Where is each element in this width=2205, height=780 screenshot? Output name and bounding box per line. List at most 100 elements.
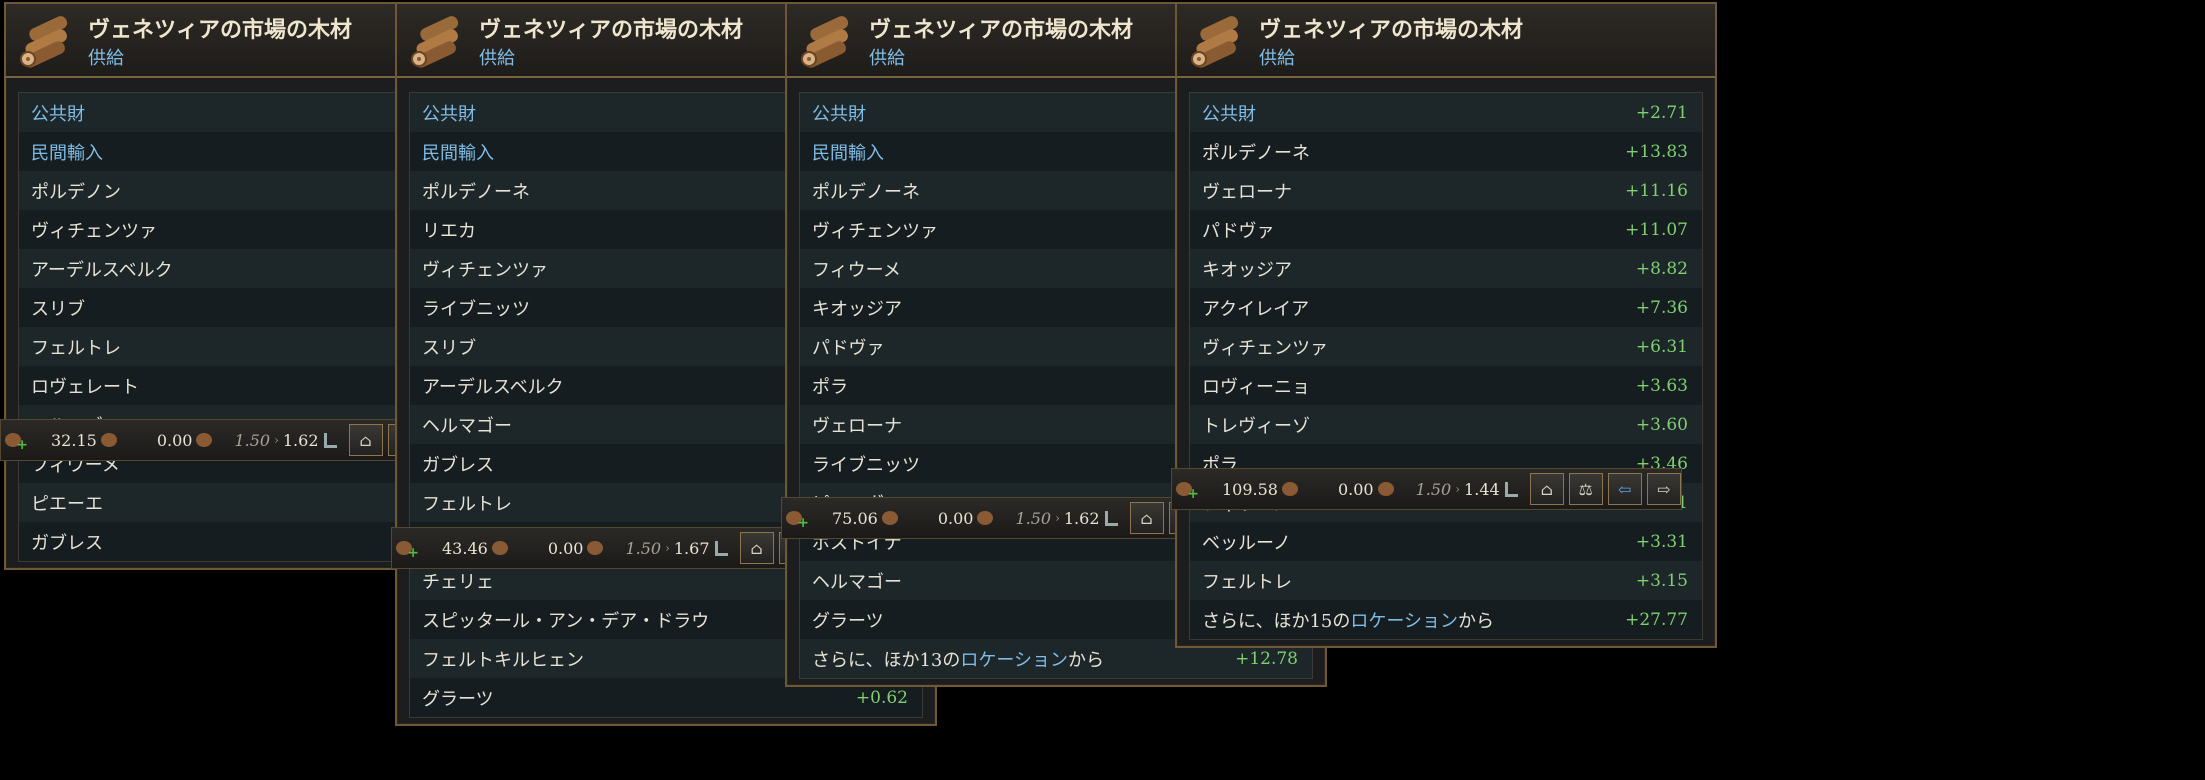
price-arrow-icon: › — [1455, 482, 1461, 496]
price-arrow-icon: › — [665, 541, 670, 555]
wood-logs-icon — [1191, 16, 1239, 68]
supply-row: ヴェローナ +11.16 — [1190, 171, 1702, 210]
supply-source-name: スリブ — [31, 298, 85, 320]
building-icon: ⌂ — [1140, 508, 1153, 528]
supply-source-name: ガブレス — [31, 532, 103, 554]
supply-source-name: ヘルマゴー — [422, 415, 512, 437]
tooltip-title: ヴェネツィアの市場の木材 — [869, 17, 1134, 43]
supply-row: ロヴィーニョ +3.63 — [1190, 366, 1702, 405]
supply-value: +3.63 — [1635, 375, 1688, 396]
supply-source-name: 民間輸入 — [812, 142, 884, 164]
price-arrow-icon: › — [1055, 511, 1060, 525]
price-bar-icon — [1504, 481, 1518, 497]
supply-source-name: ポラ — [812, 376, 848, 398]
supply-row: キオッジア +8.82 — [1190, 249, 1702, 288]
supply-row: フェルトレ +3.15 — [1190, 561, 1702, 600]
supply-source-name: アーデルスベルク — [31, 259, 173, 281]
supply-tooltip-panel: ヴェネツィアの市場の木材 供給 公共財 +2.71 ポルデノーネ +13.83 ヴェローナ +… — [1175, 2, 1717, 648]
current-price: 1.62 — [1063, 508, 1100, 528]
supply-source-name: ライブニッツ — [422, 298, 530, 320]
supply-row: ベッルーノ +3.31 — [1190, 522, 1702, 561]
import-button[interactable]: ⇦ — [1607, 473, 1642, 505]
building-button[interactable]: ⌂ — [1529, 473, 1564, 505]
supply-source-name: 民間輸入 — [422, 142, 494, 164]
supply-value: +11.07 — [1625, 219, 1688, 240]
supply-source-name: グラーツ — [422, 688, 494, 710]
supply-source-name: 公共財 — [812, 103, 866, 125]
supply-value: +3.15 — [1635, 570, 1688, 591]
import-arrow-icon: ⇦ — [1617, 479, 1632, 499]
market-footer-bar: 109.58 0.00 1.50›1.44 ⌂ ⚖ ⇦ ⇨ — [1171, 468, 1682, 510]
export-button[interactable]: ⇨ — [1646, 473, 1681, 505]
supply-value: +6.31 — [1635, 336, 1688, 357]
more-prefix: さらに、ほか13の — [812, 649, 961, 671]
building-button[interactable]: ⌂ — [739, 532, 774, 564]
scales-icon: ⚖ — [1578, 479, 1593, 499]
supply-source-name: アーデルスベルク — [422, 376, 564, 398]
supply-source-name: ライブニッツ — [812, 454, 920, 476]
more-value: +27.77 — [1625, 609, 1688, 630]
supply-source-name: ピエーエ — [31, 493, 103, 515]
supply-row: トレヴィーゾ +3.60 — [1190, 405, 1702, 444]
locations-link[interactable]: ロケーション — [960, 650, 1068, 671]
supply-value: +2.71 — [1635, 102, 1688, 123]
supply-source-name: グラーツ — [812, 610, 884, 632]
base-price: 1.50 — [1415, 479, 1452, 499]
tooltip-title: ヴェネツィアの市場の木材 — [1259, 17, 1524, 43]
supply-source-name: ヴェローナ — [1202, 181, 1292, 203]
supply-total: 43.46 — [442, 538, 488, 558]
supply-value: +3.60 — [1635, 414, 1688, 435]
building-button[interactable]: ⌂ — [348, 424, 383, 456]
demand-total: 0.00 — [1337, 479, 1374, 499]
supply-source-name: 公共財 — [31, 103, 85, 125]
more-suffix: から — [1458, 610, 1495, 632]
wood-logs-icon — [20, 16, 68, 68]
price-bar-icon — [714, 540, 728, 556]
goods-add-icon — [5, 433, 28, 453]
supply-source-name: フィウーメ — [812, 259, 901, 281]
supply-source-name: アクイレイア — [1202, 298, 1310, 320]
supply-source-name: ヴィチェンツァ — [31, 220, 157, 242]
supply-source-name: ロヴェレート — [31, 376, 139, 398]
more-locations-text: さらに、ほか13のロケーションから — [812, 646, 1104, 672]
supply-source-name: ポルデノン — [31, 181, 121, 203]
supply-value: +0.62 — [855, 687, 908, 708]
tooltip-title: ヴェネツィアの市場の木材 — [88, 17, 353, 43]
base-price: 1.50 — [1015, 508, 1052, 528]
more-prefix: さらに、ほか15の — [1202, 610, 1351, 632]
base-price: 1.50 — [234, 430, 271, 450]
scales-button[interactable]: ⚖ — [1568, 473, 1603, 505]
export-arrow-icon: ⇨ — [1656, 479, 1671, 499]
supply-source-name: フェルトレ — [1202, 571, 1292, 593]
supply-row: ヴィチェンツァ +6.31 — [1190, 327, 1702, 366]
supply-source-name: ポルデノーネ — [812, 181, 920, 203]
supply-source-name: スピッタール・アン・デア・ドラウ — [422, 610, 710, 632]
goods-add-icon — [1176, 482, 1199, 502]
tooltip-title: ヴェネツィアの市場の木材 — [479, 17, 744, 43]
goods-icon — [977, 511, 994, 525]
supply-total: 109.58 — [1222, 479, 1278, 499]
supply-source-name: トレヴィーゾ — [1202, 415, 1310, 437]
supply-source-name: フェルトキルヒェン — [422, 649, 584, 671]
supply-total: 75.06 — [832, 508, 878, 528]
supply-source-name: ガブレス — [422, 454, 494, 476]
current-price: 1.44 — [1464, 479, 1500, 499]
price-bar-icon — [323, 432, 337, 448]
building-button[interactable]: ⌂ — [1129, 502, 1164, 534]
supply-source-name: ヴィチェンツァ — [812, 220, 938, 242]
supply-list: 公共財 +2.71 ポルデノーネ +13.83 ヴェローナ +11.16 パドヴァ +11.0… — [1189, 92, 1703, 640]
supply-source-name: ヴェローナ — [812, 415, 902, 437]
current-price: 1.62 — [282, 430, 319, 450]
locations-link[interactable]: ロケーション — [1350, 611, 1458, 632]
building-icon: ⌂ — [1540, 479, 1553, 499]
supply-source-name: ポルデノーネ — [1202, 142, 1310, 164]
price-bar-icon — [1104, 510, 1118, 526]
supply-source-name: フェルトレ — [31, 337, 121, 359]
goods-icon — [881, 511, 898, 525]
goods-icon — [1377, 482, 1394, 496]
supply-source-name: 民間輸入 — [31, 142, 103, 164]
base-price: 1.50 — [625, 538, 662, 558]
price-arrow-icon: › — [274, 433, 279, 447]
supply-source-name: 公共財 — [422, 103, 476, 125]
demand-total: 0.00 — [547, 538, 584, 558]
